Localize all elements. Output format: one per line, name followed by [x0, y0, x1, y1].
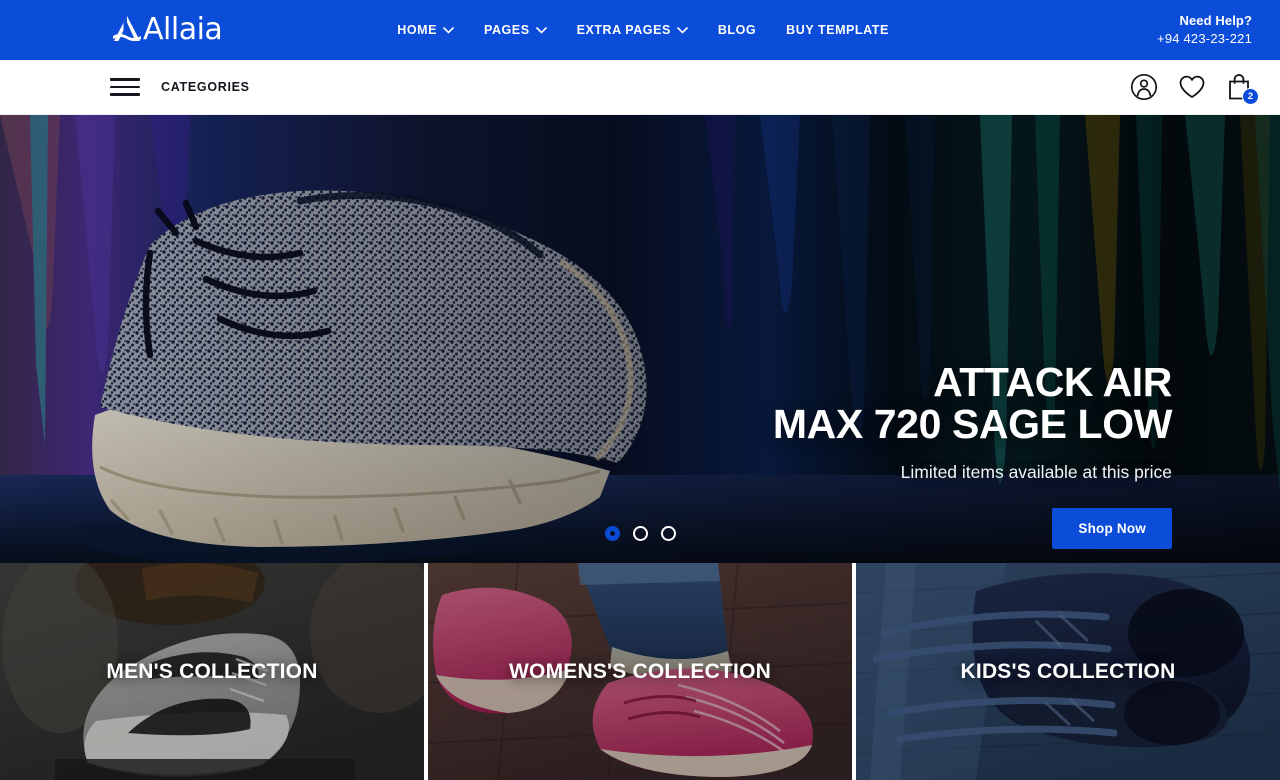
collection-card-womens[interactable]: WOMENS'S COLLECTION [428, 563, 852, 780]
cart-item-count-badge: 2 [1242, 88, 1259, 105]
nav-label-buy-template: BUY TEMPLATE [786, 23, 889, 37]
carousel-dot-1[interactable] [604, 526, 620, 541]
nav-item-blog[interactable]: BLOG [718, 23, 756, 37]
allaia-logo-icon [113, 16, 141, 41]
chevron-down-icon [443, 26, 454, 34]
shopping-bag-icon[interactable]: 2 [1226, 73, 1259, 105]
hero-subtitle: Limited items available at this price [900, 462, 1172, 483]
categories-label: CATEGORIES [161, 80, 250, 94]
carousel-dot-2[interactable] [632, 526, 648, 541]
nav-item-pages[interactable]: PAGES [484, 23, 547, 37]
primary-menu: HOME PAGES EXTRA PAGES BLOG BUY TEMPLATE [397, 23, 889, 37]
hero-title-line-2: MAX 720 SAGE LOW [772, 401, 1173, 448]
user-action-icons: 2 [1130, 73, 1259, 105]
hamburger-icon [110, 78, 140, 96]
nav-label-extra-pages: EXTRA PAGES [576, 23, 671, 37]
carousel-dot-3[interactable] [660, 526, 676, 541]
top-navigation-bar: Allaia HOME PAGES EXTRA PAGES BLOG BUY T… [0, 0, 1280, 60]
brand-logo[interactable]: Allaia [110, 12, 223, 47]
brand-name: Allaia [143, 12, 223, 47]
chevron-down-icon [677, 26, 688, 34]
collection-card-kids[interactable]: KIDS'S COLLECTION [856, 563, 1280, 780]
collection-card-mens[interactable]: MEN'S COLLECTION [0, 563, 424, 780]
nav-item-extra-pages[interactable]: EXTRA PAGES [577, 23, 688, 37]
hero-carousel: ATTACK AIR MAX 720 SAGE LOW Limited item… [0, 115, 1280, 563]
collection-label-womens: WOMENS'S COLLECTION [509, 659, 771, 683]
collection-label-mens: MEN'S COLLECTION [106, 659, 318, 683]
secondary-toolbar: CATEGORIES Search over 10.000 products 2 [0, 60, 1280, 164]
need-help-title: Need Help? [1179, 13, 1252, 28]
nav-item-home[interactable]: HOME [397, 23, 454, 37]
account-icon[interactable] [1130, 73, 1158, 101]
need-help-block: Need Help? +94 423-23-221 [1157, 12, 1252, 47]
nav-label-blog: BLOG [717, 23, 757, 37]
collection-label-kids: KIDS'S COLLECTION [960, 659, 1176, 683]
hero-text-block: ATTACK AIR MAX 720 SAGE LOW Limited item… [532, 359, 1173, 550]
nav-label-home: HOME [397, 23, 437, 37]
carousel-pagination [0, 526, 1280, 541]
nav-label-pages: PAGES [484, 23, 530, 37]
collection-cards: MEN'S COLLECTION WOMENS'S COLLECTION KID… [0, 563, 1280, 780]
hero-title-line-1: ATTACK AIR [933, 359, 1172, 405]
support-phone-number[interactable]: +94 423-23-221 [1157, 30, 1252, 48]
categories-button[interactable]: CATEGORIES [110, 78, 250, 96]
chevron-down-icon [535, 26, 547, 34]
nav-item-buy-template[interactable]: BUY TEMPLATE [786, 23, 889, 37]
wishlist-heart-icon[interactable] [1178, 74, 1206, 100]
